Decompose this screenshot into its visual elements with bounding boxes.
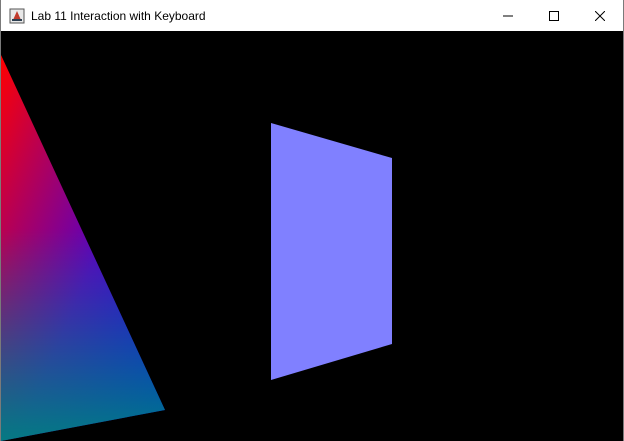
lavender-quad — [271, 123, 392, 380]
scene-svg — [1, 55, 392, 441]
app-window: Lab 11 Interaction with Keyboard — [0, 0, 624, 441]
close-button[interactable] — [577, 0, 623, 31]
title-bar[interactable]: Lab 11 Interaction with Keyboard — [1, 0, 623, 31]
maximize-icon — [549, 10, 559, 21]
gl-canvas[interactable] — [1, 31, 623, 441]
java-icon[interactable] — [9, 8, 25, 24]
caption-buttons — [485, 0, 623, 31]
gradient-triangle — [1, 55, 165, 441]
window-title: Lab 11 Interaction with Keyboard — [31, 8, 206, 23]
minimize-button[interactable] — [485, 0, 531, 31]
maximize-button[interactable] — [531, 0, 577, 31]
minimize-icon — [503, 15, 513, 16]
close-icon — [595, 10, 605, 21]
